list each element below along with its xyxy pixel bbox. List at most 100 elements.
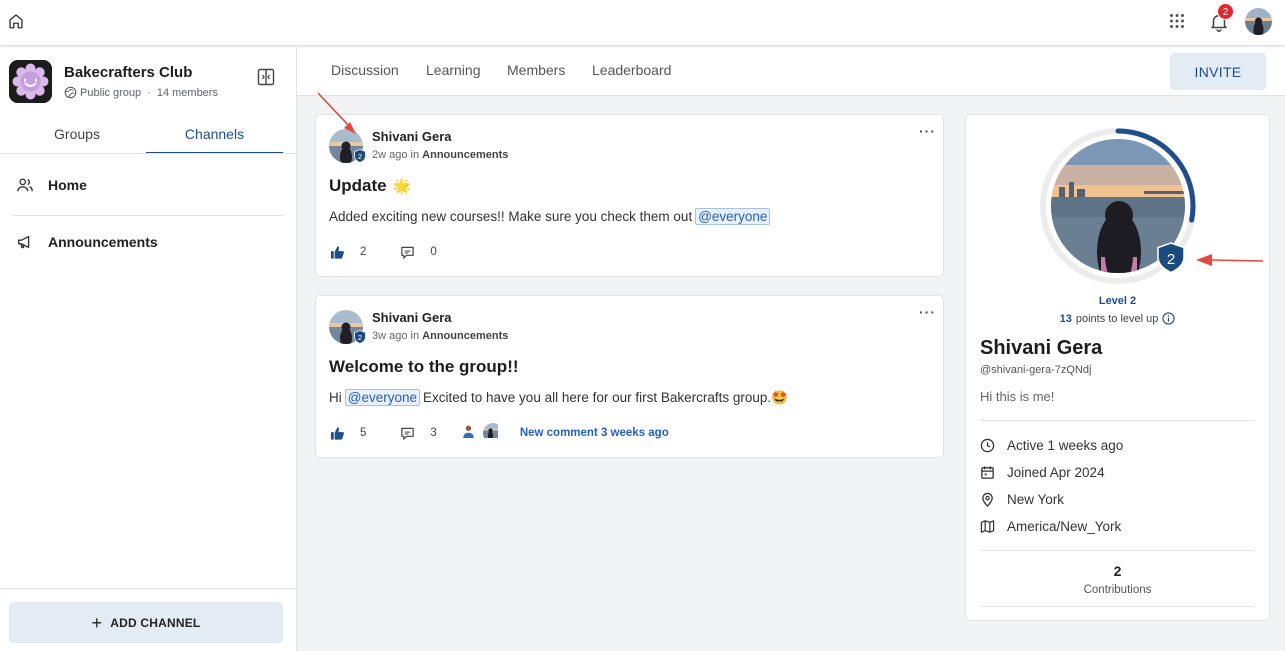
post-card: 2 Shivani Gera 3w ago in Announcements ·… [315, 295, 944, 458]
svg-text:2: 2 [358, 152, 362, 161]
post-card: 2 Shivani Gera 2w ago in Announcements ·… [315, 114, 944, 277]
svg-text:2: 2 [1167, 251, 1175, 268]
sidebar-tabs: Groups Channels [0, 123, 297, 154]
commenter-avatar[interactable] [460, 423, 481, 443]
add-channel-label: ADD CHANNEL [110, 615, 201, 630]
globe-icon [64, 86, 77, 99]
post-actions: 2 0 [330, 243, 437, 261]
like-count: 5 [360, 427, 367, 439]
post-body-text: Added exciting new courses!! Make sure y… [329, 209, 693, 224]
contributions-label: Contributions [1083, 584, 1152, 596]
divider [980, 550, 1255, 551]
collapse-panel-icon[interactable] [257, 68, 275, 86]
divider [12, 215, 284, 216]
comment-icon[interactable] [400, 245, 415, 260]
more-options-icon[interactable]: ··· [919, 123, 936, 139]
commenter-avatar[interactable] [482, 423, 503, 443]
location-pin-icon [980, 492, 995, 507]
activity-text: Active 1 weeks ago [1007, 437, 1124, 453]
post-body-prefix: Hi [329, 390, 342, 405]
post-meta: 3w ago in Announcements [372, 330, 508, 342]
post-actions: 5 3 New comment 3 weeks ago [330, 423, 669, 443]
post-title-text: Welcome to the group!! [329, 357, 519, 376]
sidebar-item-label: Home [48, 177, 87, 193]
profile-name: Shivani Gera [980, 337, 1103, 359]
post-title-text: Update [329, 176, 387, 195]
comment-icon[interactable] [400, 426, 415, 441]
thumbs-up-icon[interactable] [330, 245, 345, 260]
comment-count: 0 [430, 246, 437, 258]
divider [980, 420, 1255, 421]
post-channel[interactable]: Announcements [422, 149, 508, 161]
thumbs-up-icon[interactable] [330, 426, 345, 441]
club-member-count: 14 members [156, 86, 218, 99]
tab-members[interactable]: Members [507, 62, 565, 78]
post-title: Welcome to the group!! [329, 357, 519, 377]
comment-count: 3 [430, 427, 437, 439]
mention-tag[interactable]: @everyone [344, 389, 420, 406]
svg-text:2: 2 [358, 333, 362, 342]
divider [0, 153, 297, 154]
points-number: 13 [1059, 312, 1072, 325]
megaphone-icon [16, 233, 34, 251]
invite-button[interactable]: INVITE [1170, 53, 1266, 90]
info-icon[interactable] [1162, 312, 1176, 325]
contributions-count: 2 [1113, 563, 1122, 579]
tab-leaderboard[interactable]: Leaderboard [592, 62, 671, 78]
points-text: points to level up [1075, 312, 1159, 325]
club-logo[interactable] [9, 60, 52, 103]
calendar-icon [980, 465, 995, 480]
post-channel[interactable]: Announcements [422, 330, 508, 342]
map-icon [980, 519, 995, 534]
joined-text: Joined Apr 2024 [1007, 464, 1105, 480]
meta-separator: · [147, 86, 151, 99]
post-in: in [410, 330, 420, 342]
more-options-icon[interactable]: ··· [919, 304, 936, 320]
divider [980, 606, 1255, 607]
post-body-text: Excited to have you all here for our fir… [423, 389, 788, 405]
club-name: Bakecrafters Club [64, 64, 193, 81]
points-to-level: 13 points to level up [966, 312, 1269, 325]
mention-tag[interactable]: @everyone [695, 208, 771, 225]
sidebar-item-home[interactable]: Home [16, 174, 87, 196]
plus-icon: + [91, 612, 103, 633]
sidebar-item-announcements[interactable]: Announcements [16, 231, 158, 253]
new-comment-link[interactable]: New comment 3 weeks ago [520, 427, 669, 439]
profile-handle: @shivani-gera-7zQNdj [980, 364, 1092, 376]
profile-bio: Hi this is me! [980, 389, 1055, 404]
user-avatar[interactable] [1245, 8, 1272, 35]
tab-learning[interactable]: Learning [426, 62, 481, 78]
like-count: 2 [360, 246, 367, 258]
tab-channels[interactable]: Channels [146, 123, 283, 154]
clock-icon [980, 438, 995, 453]
location-text: New York [1007, 491, 1065, 507]
timezone-text: America/New_York [1007, 518, 1122, 534]
level-label: Level 2 [1098, 295, 1137, 307]
club-meta: Public group · 14 members [64, 86, 218, 99]
level-badge-icon: 2 [354, 330, 366, 344]
post-time: 2w ago [372, 149, 408, 161]
post-body: Added exciting new courses!! Make sure y… [329, 208, 771, 225]
tab-groups[interactable]: Groups [8, 123, 146, 154]
group-nav: Discussion Learning Members Leaderboard … [297, 47, 1285, 96]
sidebar-item-label: Announcements [48, 234, 158, 250]
sidebar: Bakecrafters Club Public group · 14 memb… [0, 47, 297, 651]
profile-activity: Active 1 weeks ago [980, 436, 1123, 454]
users-icon [16, 176, 34, 194]
profile-location: New York [980, 490, 1064, 508]
level-badge-icon: 2 [354, 149, 366, 163]
star-emoji: 🌟 [392, 178, 412, 195]
notification-badge: 2 [1217, 3, 1234, 20]
post-author[interactable]: Shivani Gera [372, 310, 451, 325]
post-title: Update 🌟 [329, 176, 411, 196]
add-channel-button[interactable]: + ADD CHANNEL [9, 602, 283, 643]
tab-discussion[interactable]: Discussion [331, 62, 399, 78]
post-author[interactable]: Shivani Gera [372, 129, 451, 144]
top-bar: 2 [0, 0, 1285, 46]
profile-joined: Joined Apr 2024 [980, 463, 1105, 481]
apps-grid-icon[interactable] [1169, 13, 1185, 29]
profile-card: 2 Level 2 13 points to level up Shivani … [965, 114, 1270, 621]
home-icon[interactable] [7, 12, 25, 30]
post-meta: 2w ago in Announcements [372, 149, 508, 161]
level-badge-icon: 2 [1157, 242, 1185, 274]
